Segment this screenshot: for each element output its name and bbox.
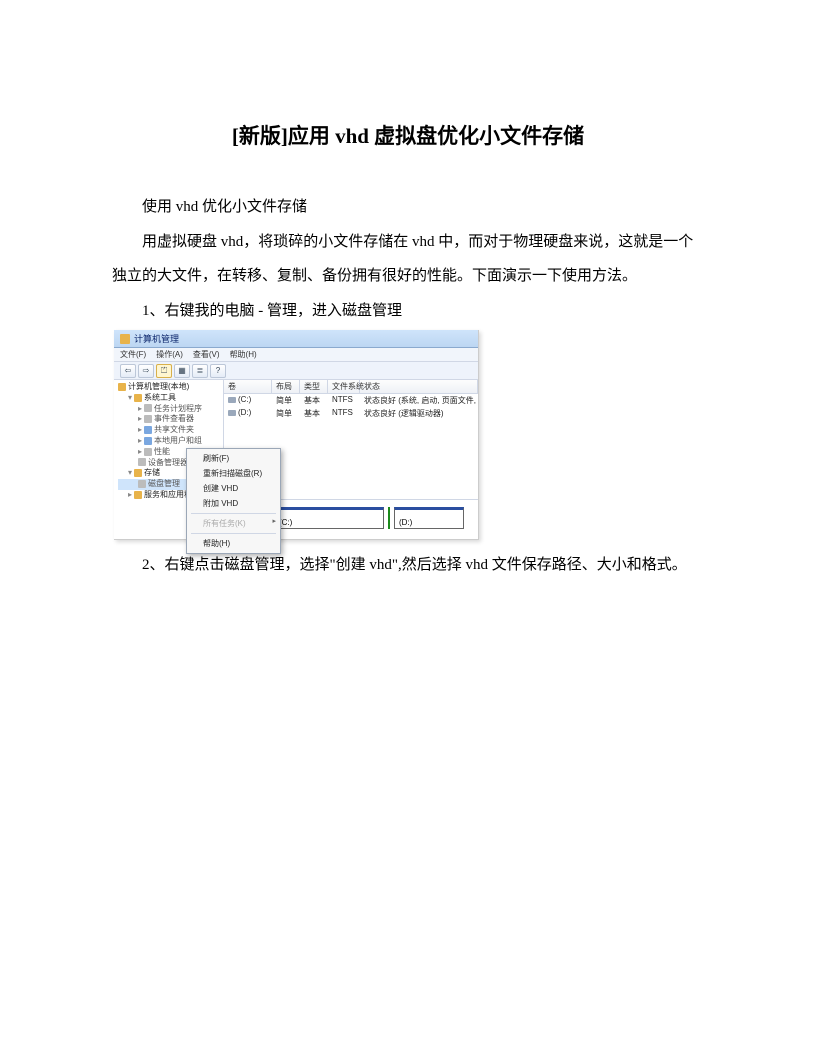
disk-management-screenshot: 计算机管理 文件(F) 操作(A) 查看(V) 帮助(H) ⇦ ⇨ ⏍ ▦ ≣ … (114, 330, 479, 540)
paragraph-intro-2: 用虚拟硬盘 vhd，将琐碎的小文件存储在 vhd 中，而对于物理硬盘来说，这就是… (112, 225, 704, 294)
volume-list: (C:) 简单 基本 NTFS 状态良好 (系统, 启动, 页面文件, 活动, … (224, 394, 478, 420)
perf-icon (144, 448, 152, 456)
menu-action[interactable]: 操作(A) (156, 349, 183, 360)
disk-icon (138, 480, 146, 488)
menu-bar: 文件(F) 操作(A) 查看(V) 帮助(H) (114, 348, 478, 362)
ctx-separator (191, 513, 276, 514)
ctx-all-tasks: 所有任务(K) (187, 516, 280, 531)
ctx-help[interactable]: 帮助(H) (187, 536, 280, 551)
col-layout[interactable]: 布局 (272, 380, 300, 393)
col-type[interactable]: 类型 (300, 380, 328, 393)
window-titlebar: 计算机管理 (114, 330, 478, 348)
tree-root[interactable]: 计算机管理(本地) (118, 382, 219, 393)
toolbar: ⇦ ⇨ ⏍ ▦ ≣ ? (114, 362, 478, 380)
window-title: 计算机管理 (134, 332, 179, 345)
col-filesystem[interactable]: 文件系统 (328, 380, 360, 393)
menu-view[interactable]: 查看(V) (193, 349, 220, 360)
task-icon (144, 404, 152, 412)
volume-icon (228, 397, 236, 403)
storage-icon (134, 469, 142, 477)
paragraph-intro-1: 使用 vhd 优化小文件存储 (112, 190, 704, 225)
computer-icon (118, 383, 126, 391)
volume-list-header: 卷 布局 类型 文件系统 状态 (224, 380, 478, 394)
services-icon (134, 491, 142, 499)
partition-gap (388, 507, 390, 529)
tree-local-users[interactable]: ▸本地用户和组 (118, 436, 219, 447)
col-volume[interactable]: 卷 (224, 380, 272, 393)
tree-task-scheduler[interactable]: ▸任务计划程序 (118, 404, 219, 415)
tree-system-tools[interactable]: ▾系统工具 (118, 393, 219, 404)
users-icon (144, 437, 152, 445)
menu-file[interactable]: 文件(F) (120, 349, 146, 360)
toolbar-grid-button[interactable]: ▦ (174, 364, 190, 378)
toolbar-up-button[interactable]: ⏍ (156, 364, 172, 378)
share-icon (144, 426, 152, 434)
context-menu: 刷新(F) 重新扫描磁盘(R) 创建 VHD 附加 VHD 所有任务(K) 帮助… (186, 448, 281, 554)
volume-icon (228, 410, 236, 416)
tree-event-viewer[interactable]: ▸事件查看器 (118, 414, 219, 425)
event-icon (144, 415, 152, 423)
ctx-rescan-disks[interactable]: 重新扫描磁盘(R) (187, 466, 280, 481)
toolbar-forward-button[interactable]: ⇨ (138, 364, 154, 378)
app-icon (120, 334, 130, 344)
tree-shared-folders[interactable]: ▸共享文件夹 (118, 425, 219, 436)
menu-help[interactable]: 帮助(H) (230, 349, 257, 360)
volume-row[interactable]: (D:) 简单 基本 NTFS 状态良好 (逻辑驱动器) (224, 407, 478, 420)
toolbar-list-button[interactable]: ≣ (192, 364, 208, 378)
volume-row[interactable]: (C:) 简单 基本 NTFS 状态良好 (系统, 启动, 页面文件, 活动, … (224, 394, 478, 407)
ctx-refresh[interactable]: 刷新(F) (187, 451, 280, 466)
ctx-attach-vhd[interactable]: 附加 VHD (187, 496, 280, 511)
page-title: [新版]应用 vhd 虚拟盘优化小文件存储 (112, 120, 704, 150)
toolbar-back-button[interactable]: ⇦ (120, 364, 136, 378)
ctx-separator (191, 533, 276, 534)
partition-d[interactable]: (D:) (394, 507, 464, 529)
device-icon (138, 458, 146, 466)
toolbar-help-button[interactable]: ? (210, 364, 226, 378)
ctx-create-vhd[interactable]: 创建 VHD (187, 481, 280, 496)
paragraph-step-1: 1、右键我的电脑 - 管理，进入磁盘管理 (112, 294, 704, 329)
col-status[interactable]: 状态 (360, 380, 478, 393)
partition-c[interactable]: (C:) (274, 507, 384, 529)
folder-icon (134, 394, 142, 402)
